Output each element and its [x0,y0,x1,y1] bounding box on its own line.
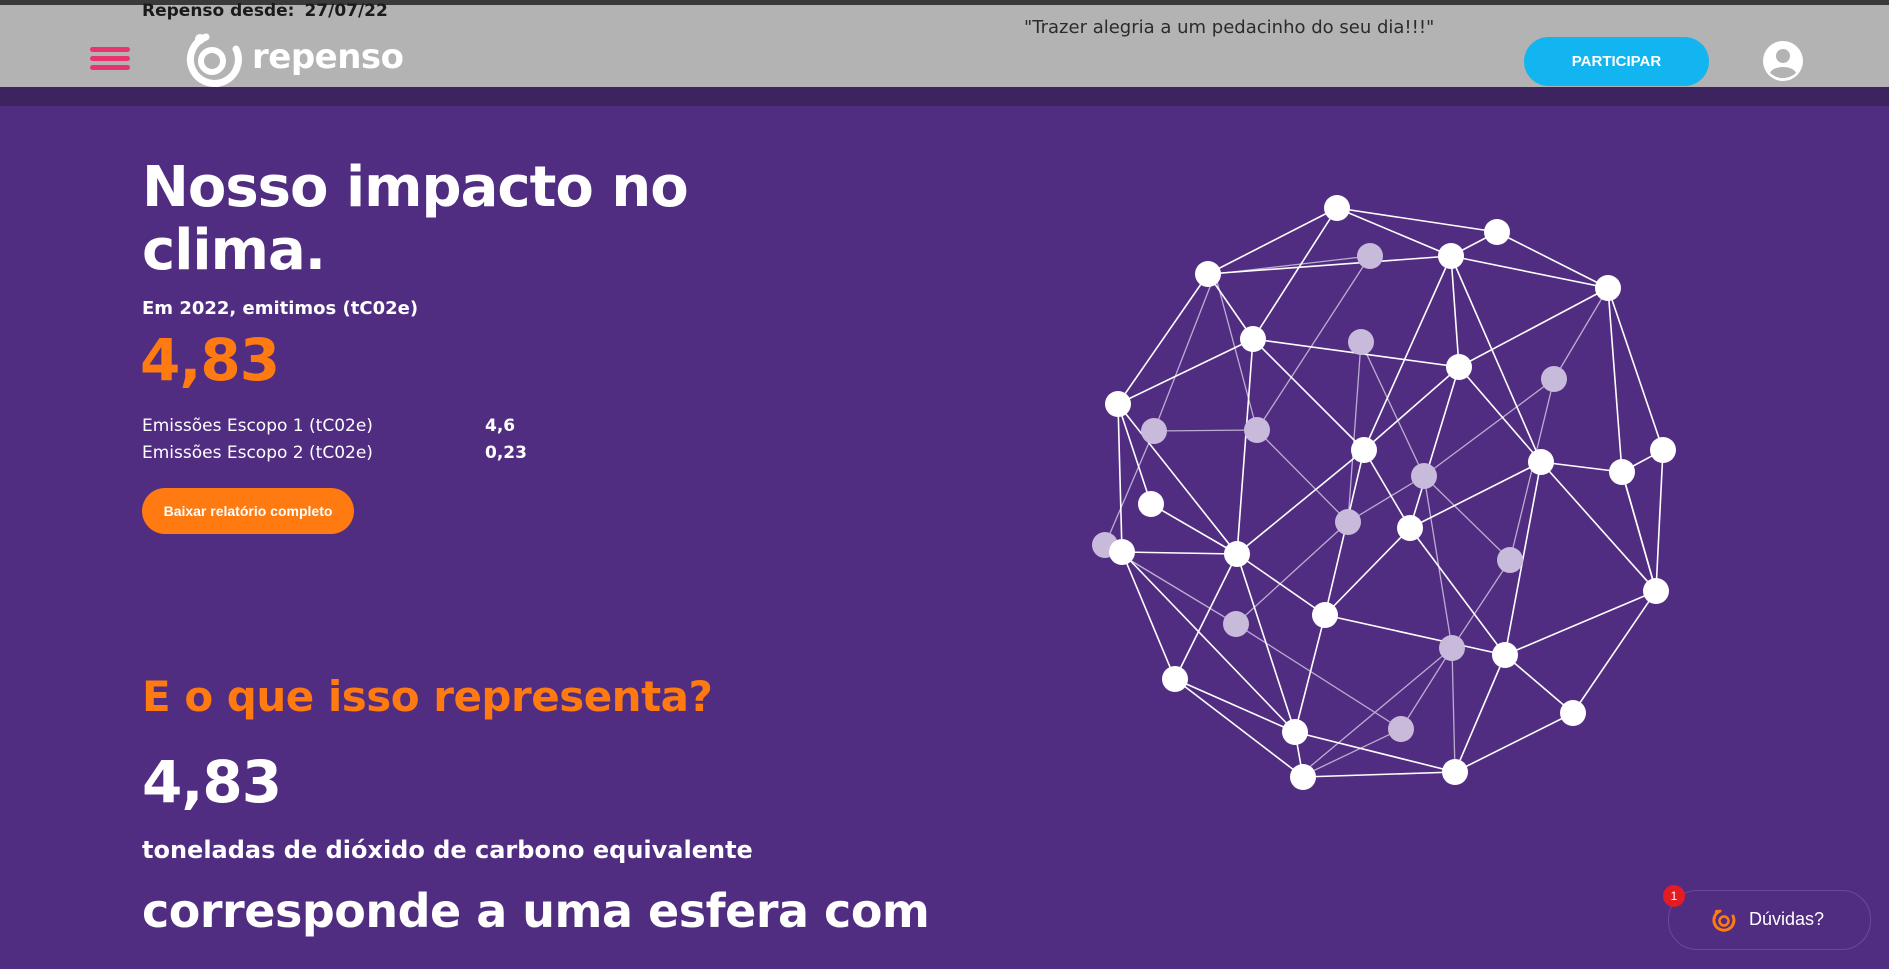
emission-total: 4,83 [140,326,280,394]
represent-unit: toneladas de dióxido de carbono equivale… [142,836,753,864]
scope-1-row: Emissões Escopo 1 (tC02e) 4,6 [142,416,542,442]
represent-correspond: corresponde a uma esfera com [142,884,930,938]
member-since-date: 27/07/22 [304,1,388,21]
header-shadow [0,87,1889,106]
menu-icon[interactable] [90,47,130,77]
chat-logo-icon [1712,909,1736,932]
scope-1-label: Emissões Escopo 1 (tC02e) [142,416,373,436]
scope-2-row: Emissões Escopo 2 (tC02e) 0,23 [142,443,542,469]
scope-2-value: 0,23 [485,443,527,463]
user-avatar-icon[interactable] [1762,40,1804,82]
represent-total: 4,83 [142,748,282,816]
logo-text: repenso [252,37,404,77]
site-header: Repenso desde: 27/07/22 repenso "Trazer a… [0,1,1889,89]
scope-1-value: 4,6 [485,416,516,436]
sphere-network-illustration [1092,195,1676,790]
represent-title: E o que isso representa? [142,672,713,721]
scope-2-label: Emissões Escopo 2 (tC02e) [142,443,373,463]
repenso-logo[interactable]: repenso [184,29,404,89]
member-since-label: Repenso desde: [142,1,295,21]
tagline: "Trazer alegria a um pedacinho do seu di… [1024,17,1435,38]
help-label: Dúvidas? [1749,909,1825,929]
impact-title: Nosso impacto no clima. [142,155,689,283]
participate-button[interactable]: PARTICIPAR [1524,37,1709,86]
help-chat-button[interactable]: 1 Dúvidas? [1663,885,1871,950]
repenso-logo-icon [186,33,242,87]
emission-intro: Em 2022, emitimos (tC02e) [142,298,419,319]
member-since: Repenso desde: 27/07/22 [142,1,398,21]
download-report-button[interactable]: Baixar relatório completo [142,488,354,534]
notification-badge: 1 [1663,885,1685,907]
